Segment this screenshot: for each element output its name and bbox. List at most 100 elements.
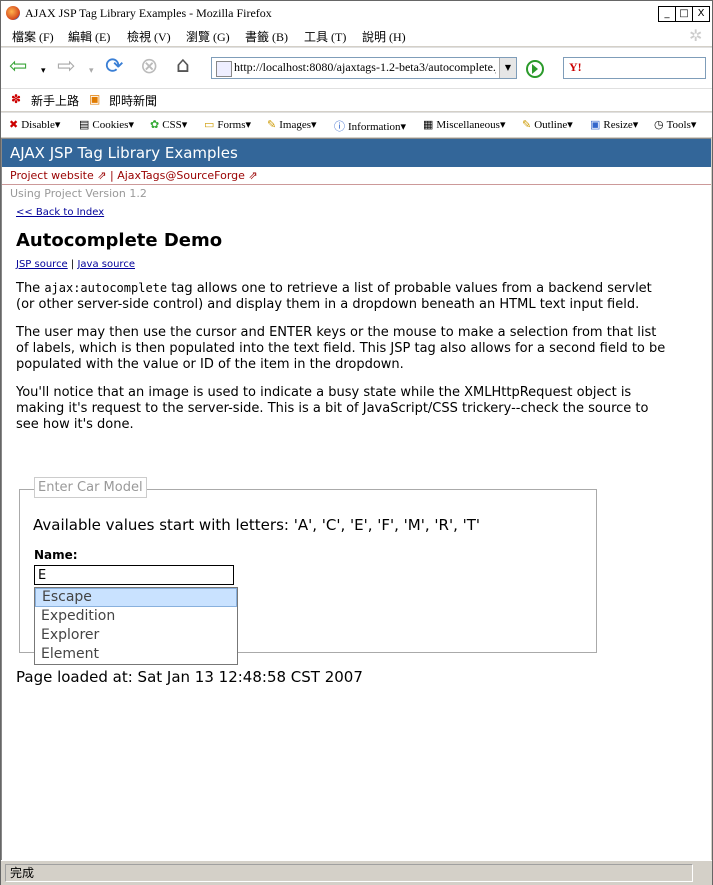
intro-text-start: The bbox=[16, 281, 45, 296]
bookmarks-toolbar: ✽ 新手上路 ▣ 即時新聞 bbox=[1, 88, 712, 111]
dev-information-label: Information bbox=[348, 121, 401, 133]
usage-paragraph: The user may then use the cursor and ENT… bbox=[16, 325, 666, 372]
jsp-source-link[interactable]: JSP source bbox=[16, 259, 68, 270]
css-icon: ✿ bbox=[150, 119, 160, 131]
stop-icon[interactable]: ⊗ bbox=[140, 56, 158, 78]
tools-icon: ◷ bbox=[654, 119, 664, 131]
bookmark-latest-news[interactable]: 即時新聞 bbox=[109, 92, 157, 109]
name-input[interactable] bbox=[34, 565, 234, 585]
suggestion-escape[interactable]: Escape bbox=[35, 588, 237, 607]
window-title: AJAX JSP Tag Library Examples - Mozilla … bbox=[25, 6, 272, 20]
outline-icon: ✎ bbox=[522, 119, 532, 131]
intro-paragraph: The ajax:autocomplete tag allows one to … bbox=[16, 280, 666, 313]
images-icon: ✎ bbox=[267, 119, 277, 131]
maximize-button[interactable]: □ bbox=[675, 6, 693, 22]
forward-icon[interactable]: ⇨ bbox=[57, 56, 75, 78]
dev-tools-label: Tools bbox=[666, 119, 691, 131]
fieldset-legend: Enter Car Model bbox=[34, 477, 147, 498]
dev-miscellaneous[interactable]: ▦ Miscellaneous▾ bbox=[423, 118, 505, 131]
suggestion-expedition[interactable]: Expedition bbox=[35, 607, 237, 626]
dev-outline[interactable]: ✎ Outline▾ bbox=[522, 118, 573, 131]
menu-go[interactable]: 瀏覽 (G) bbox=[186, 28, 230, 45]
dev-images[interactable]: ✎ Images▾ bbox=[267, 118, 317, 131]
forms-icon: ▭ bbox=[204, 119, 215, 131]
page-header: AJAX JSP Tag Library Examples bbox=[2, 139, 711, 167]
external-link-icon: ⇗ bbox=[97, 169, 107, 182]
yahoo-search-icon[interactable]: Y! bbox=[569, 60, 582, 75]
back-to-index-link[interactable]: << Back to Index bbox=[16, 207, 104, 218]
dev-cookies[interactable]: ▤ Cookies▾ bbox=[79, 118, 134, 131]
close-button[interactable]: X bbox=[692, 6, 710, 22]
menu-view[interactable]: 檢視 (V) bbox=[127, 28, 171, 45]
autocomplete-dropdown: Escape Expedition Explorer Element bbox=[34, 587, 238, 665]
information-icon: ⓘ bbox=[334, 121, 345, 133]
dev-resize[interactable]: ▣ Resize▾ bbox=[590, 118, 638, 131]
dev-resize-label: Resize bbox=[603, 119, 633, 131]
resize-icon: ▣ bbox=[590, 119, 601, 131]
web-developer-toolbar: ✖ Disable▾ ▤ Cookies▾ ✿ CSS▾ ▭ Forms▾ ✎ Image… bbox=[1, 112, 712, 137]
external-link-icon: ⇗ bbox=[248, 169, 258, 182]
version-text: Using Project Version 1.2 bbox=[10, 187, 147, 200]
links-separator: | bbox=[109, 169, 114, 182]
minimize-button[interactable]: _ bbox=[658, 6, 676, 22]
reload-icon[interactable]: ⟳ bbox=[105, 56, 123, 78]
dev-forms[interactable]: ▭ Forms▾ bbox=[204, 118, 251, 131]
miscellaneous-icon: ▦ bbox=[423, 119, 434, 131]
menu-edit[interactable]: 編輯 (E) bbox=[68, 28, 110, 45]
java-source-link[interactable]: Java source bbox=[77, 259, 135, 270]
back-dropdown-icon[interactable]: ▾ bbox=[41, 60, 46, 82]
sourceforge-link[interactable]: AjaxTags@SourceForge bbox=[117, 169, 245, 182]
menu-tools[interactable]: 工具 (T) bbox=[304, 28, 346, 45]
title-bar: AJAX JSP Tag Library Examples - Mozilla … bbox=[1, 1, 712, 27]
bookmark-icon: ✽ bbox=[11, 92, 22, 106]
project-website-link[interactable]: Project website bbox=[10, 169, 94, 182]
page-icon bbox=[216, 61, 232, 77]
menu-help[interactable]: 說明 (H) bbox=[362, 28, 406, 45]
available-values-text: Available values start with letters: 'A'… bbox=[33, 516, 481, 534]
source-links: JSP source | Java source bbox=[16, 259, 666, 270]
forward-dropdown-icon[interactable]: ▾ bbox=[89, 60, 94, 82]
firefox-icon bbox=[6, 6, 20, 20]
tag-code: ajax:autocomplete bbox=[44, 281, 168, 295]
page-loaded-text: Page loaded at: Sat Jan 13 12:48:58 CST … bbox=[16, 668, 363, 686]
page-content: AJAX JSP Tag Library Examples Project we… bbox=[1, 138, 711, 860]
dev-outline-label: Outline bbox=[534, 119, 568, 131]
project-links: Project website ⇗ | AjaxTags@SourceForge… bbox=[2, 167, 711, 185]
search-box[interactable]: Y! bbox=[563, 57, 706, 79]
status-text: 完成 bbox=[5, 864, 693, 882]
menu-bookmarks[interactable]: 書籤 (B) bbox=[245, 28, 288, 45]
dev-disable-label: Disable bbox=[21, 119, 55, 131]
suggestion-explorer[interactable]: Explorer bbox=[35, 626, 237, 645]
dev-images-label: Images bbox=[279, 119, 311, 131]
menu-file[interactable]: 檔案 (F) bbox=[12, 28, 54, 45]
dev-forms-label: Forms bbox=[217, 119, 246, 131]
dev-css[interactable]: ✿ CSS▾ bbox=[150, 118, 187, 131]
status-bar: 完成 bbox=[1, 860, 712, 885]
page-title: Autocomplete Demo bbox=[16, 230, 223, 251]
throbber-icon: ✲ bbox=[689, 28, 703, 45]
url-dropdown-icon[interactable]: ▼ bbox=[499, 58, 516, 78]
bookmark-getting-started[interactable]: 新手上路 bbox=[31, 92, 79, 109]
navigation-toolbar: ⇦ ▾ ⇨ ▾ ⟳ ⊗ ⌂ ▼ Y! bbox=[1, 47, 712, 88]
name-label: Name: bbox=[34, 548, 78, 562]
source-separator: | bbox=[70, 259, 75, 270]
dev-tools[interactable]: ◷ Tools▾ bbox=[654, 118, 696, 131]
busy-paragraph: You'll notice that an image is used to i… bbox=[16, 385, 649, 432]
address-bar[interactable]: ▼ bbox=[211, 57, 517, 79]
cookies-icon: ▤ bbox=[79, 119, 90, 131]
browser-window: AJAX JSP Tag Library Examples - Mozilla … bbox=[0, 0, 713, 885]
dev-css-label: CSS bbox=[162, 119, 182, 131]
disable-icon: ✖ bbox=[9, 119, 19, 131]
main-body: << Back to Index Autocomplete Demo JSP s… bbox=[16, 207, 666, 445]
menu-bar: 檔案 (F) 編輯 (E) 檢視 (V) 瀏覽 (G) 書籤 (B) 工具 (T… bbox=[1, 26, 712, 46]
dev-disable[interactable]: ✖ Disable▾ bbox=[9, 118, 60, 131]
url-input[interactable] bbox=[234, 59, 496, 75]
go-icon[interactable] bbox=[526, 60, 544, 78]
rss-icon: ▣ bbox=[89, 92, 101, 106]
suggestion-element[interactable]: Element bbox=[35, 645, 237, 664]
home-icon[interactable]: ⌂ bbox=[176, 55, 190, 77]
dev-information[interactable]: ⓘ Information▾ bbox=[334, 118, 406, 134]
dev-miscellaneous-label: Miscellaneous bbox=[436, 119, 500, 131]
dev-cookies-label: Cookies bbox=[92, 119, 129, 131]
back-icon[interactable]: ⇦ bbox=[9, 56, 27, 78]
